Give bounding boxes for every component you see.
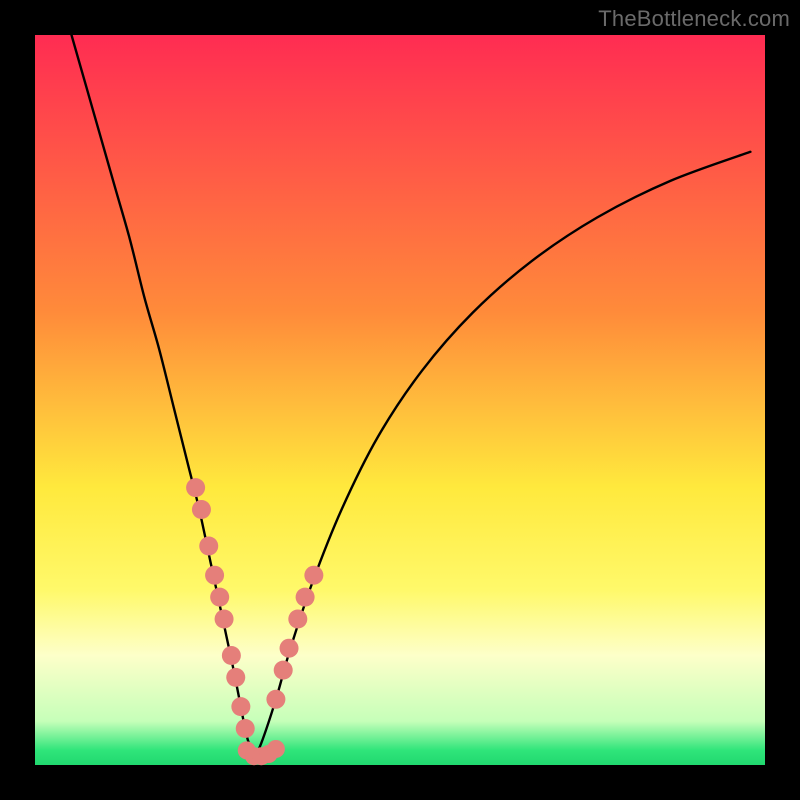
data-dot (231, 697, 250, 716)
data-dot (274, 661, 293, 680)
data-dot (199, 537, 218, 556)
data-dot (222, 646, 241, 665)
frame: TheBottleneck.com (0, 0, 800, 800)
data-dot (205, 566, 224, 585)
data-dot (210, 588, 229, 607)
data-dot (236, 719, 255, 738)
data-dot (296, 588, 315, 607)
data-dot (192, 500, 211, 519)
data-dot (267, 740, 285, 758)
chart-canvas (0, 0, 800, 800)
data-dot (226, 668, 245, 687)
data-dot (266, 690, 285, 709)
data-dot (215, 610, 234, 629)
data-dot (288, 610, 307, 629)
data-dot (304, 566, 323, 585)
data-dot (280, 639, 299, 658)
data-dot (186, 478, 205, 497)
